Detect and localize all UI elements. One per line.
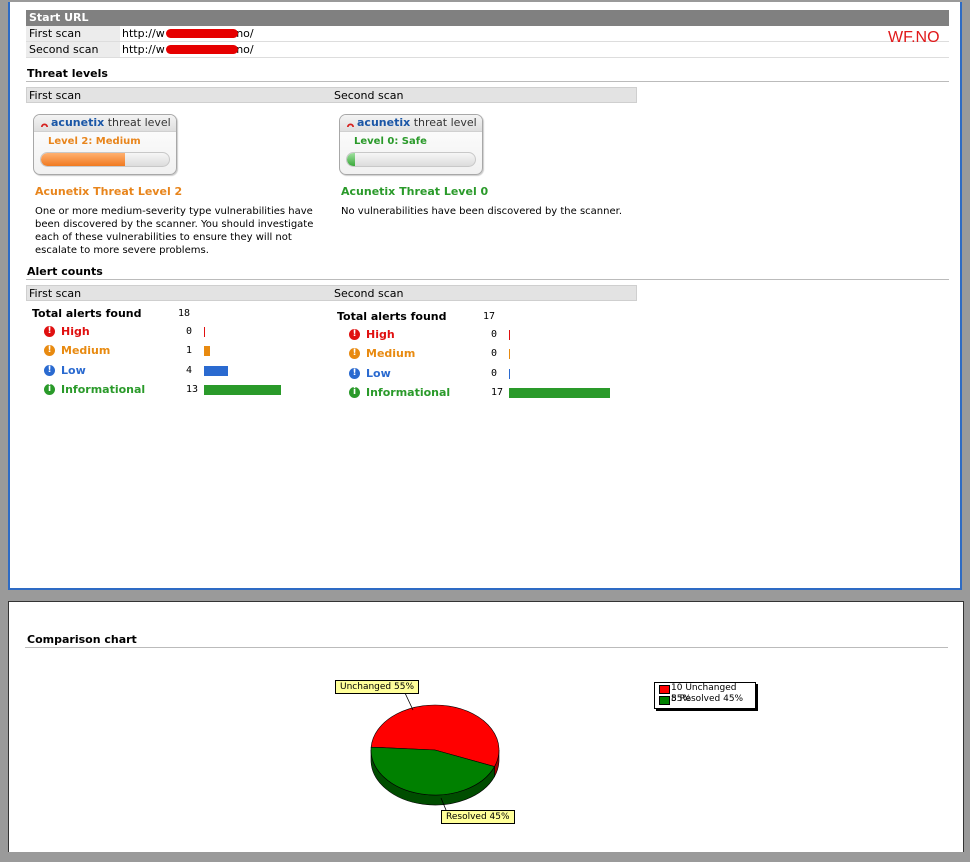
severity-bar-medium bbox=[204, 346, 210, 357]
badge-brand: acunetix bbox=[357, 116, 411, 129]
alert-icon: ! bbox=[44, 345, 55, 357]
severity-label-medium: Medium bbox=[366, 347, 416, 361]
severity-bar-informational bbox=[509, 387, 610, 398]
badge-threat-level-text: threat level bbox=[104, 116, 171, 129]
second-scan-url-row: Second scan http://w .no/ bbox=[26, 42, 949, 58]
threat-levels-title: Threat levels bbox=[27, 67, 108, 80]
pie-callout-unchanged: Unchanged 55% bbox=[335, 680, 419, 694]
severity-count-medium: 1 bbox=[186, 345, 193, 357]
alert-counts-band: First scan Second scan bbox=[26, 285, 637, 301]
severity-count-low: 4 bbox=[186, 364, 193, 376]
severity-bar-low bbox=[204, 365, 228, 376]
start-url-header: Start URL bbox=[26, 10, 949, 26]
severity-label-informational: Informational bbox=[61, 382, 146, 396]
url-prefix: http://w bbox=[122, 43, 165, 56]
alert-icon: ! bbox=[44, 364, 55, 376]
pie-legend: 10 Unchanged 55% 8 Resolved 45% bbox=[654, 682, 756, 709]
threat-meter bbox=[346, 152, 476, 167]
severity-bar-low bbox=[509, 368, 510, 379]
severity-label-medium: Medium bbox=[61, 344, 111, 358]
severity-bar-medium bbox=[509, 349, 510, 360]
first-threat-level-description: One or more medium-severity type vulnera… bbox=[35, 206, 314, 256]
threat-levels-rule bbox=[26, 81, 949, 82]
report-page-2: Comparison chart Unchanged 55% Resolved … bbox=[8, 601, 964, 852]
acunetix-logo-icon bbox=[40, 123, 49, 127]
alert-icon: ! bbox=[349, 329, 360, 340]
severity-count-low: 0 bbox=[491, 367, 498, 379]
legend-label-resolved: 8 Resolved 45% bbox=[671, 694, 744, 704]
severity-count-high: 0 bbox=[491, 329, 498, 340]
second-total-alerts-value: 17 bbox=[483, 311, 496, 322]
second-threat-level-title: Acunetix Threat Level 0 bbox=[341, 185, 489, 198]
acunetix-logo-icon bbox=[346, 123, 355, 127]
first-threat-level-title: Acunetix Threat Level 2 bbox=[35, 185, 183, 198]
info-icon: i bbox=[44, 383, 55, 395]
callout-leader-unchanged bbox=[404, 692, 414, 711]
legend-swatch-resolved bbox=[659, 696, 670, 705]
severity-bar-high bbox=[204, 327, 205, 337]
threat-level-badge-first: acunetix threat level Level 2: Medium bbox=[33, 114, 177, 175]
first-scan-column-label: First scan bbox=[29, 287, 82, 300]
second-total-alerts-label: Total alerts found bbox=[337, 310, 447, 323]
alert-counts-title: Alert counts bbox=[27, 265, 103, 278]
pie-callout-resolved: Resolved 45% bbox=[441, 810, 515, 824]
info-icon: i bbox=[349, 386, 360, 398]
severity-count-informational: 17 bbox=[491, 386, 504, 398]
first-total-alerts-value: 18 bbox=[178, 308, 191, 319]
first-scan-column-label: First scan bbox=[29, 89, 82, 102]
first-scan-url-row: First scan http://w .no/ bbox=[26, 26, 949, 42]
severity-count-medium: 0 bbox=[491, 348, 498, 360]
alert-icon: ! bbox=[44, 326, 55, 337]
threat-meter-fill bbox=[41, 153, 126, 166]
second-scan-url-label: Second scan bbox=[26, 42, 120, 57]
first-total-alerts-label: Total alerts found bbox=[32, 307, 142, 320]
threat-level-badge-second: acunetix threat level Level 0: Safe bbox=[339, 114, 483, 175]
badge-brand: acunetix bbox=[51, 116, 105, 129]
legend-item-resolved: 8 Resolved 45% bbox=[655, 694, 755, 705]
severity-label-informational: Informational bbox=[366, 385, 451, 399]
badge-threat-level-text: threat level bbox=[410, 116, 477, 129]
severity-label-low: Low bbox=[366, 366, 391, 380]
second-threat-level-description: No vulnerabilities have been discovered … bbox=[341, 206, 623, 217]
comparison-chart-title: Comparison chart bbox=[27, 633, 137, 646]
legend-item-unchanged: 10 Unchanged 55% bbox=[655, 683, 755, 704]
severity-label-low: Low bbox=[61, 363, 86, 377]
legend-swatch-unchanged bbox=[659, 685, 670, 694]
severity-count-high: 0 bbox=[186, 326, 193, 337]
second-scan-column-label: Second scan bbox=[334, 287, 404, 300]
severity-label-high: High bbox=[61, 325, 90, 338]
threat-meter-fill bbox=[347, 153, 355, 166]
threat-meter bbox=[40, 152, 170, 167]
report-page-1: Start URL First scan http://w .no/ Second… bbox=[8, 2, 962, 590]
redaction-mark bbox=[166, 29, 238, 38]
first-scan-url-label: First scan bbox=[26, 26, 120, 41]
badge-level-text: Level 0: Safe bbox=[354, 136, 427, 147]
alert-icon: ! bbox=[349, 348, 360, 360]
severity-bar-high bbox=[509, 330, 510, 340]
badge-level-text: Level 2: Medium bbox=[48, 136, 141, 147]
badge-header: acunetix threat level bbox=[340, 115, 482, 132]
url-prefix: http://w bbox=[122, 27, 165, 40]
alert-icon: ! bbox=[349, 367, 360, 379]
second-scan-column-label: Second scan bbox=[334, 89, 404, 102]
severity-count-informational: 13 bbox=[186, 383, 199, 395]
watermark: WF.NO bbox=[888, 29, 940, 46]
severity-label-high: High bbox=[366, 328, 395, 341]
alert-counts-rule bbox=[26, 279, 949, 280]
comparison-chart-rule bbox=[25, 647, 948, 648]
severity-bar-informational bbox=[204, 384, 281, 395]
badge-header: acunetix threat level bbox=[34, 115, 176, 132]
redaction-mark bbox=[166, 45, 238, 54]
threat-levels-band: First scan Second scan bbox=[26, 87, 637, 103]
